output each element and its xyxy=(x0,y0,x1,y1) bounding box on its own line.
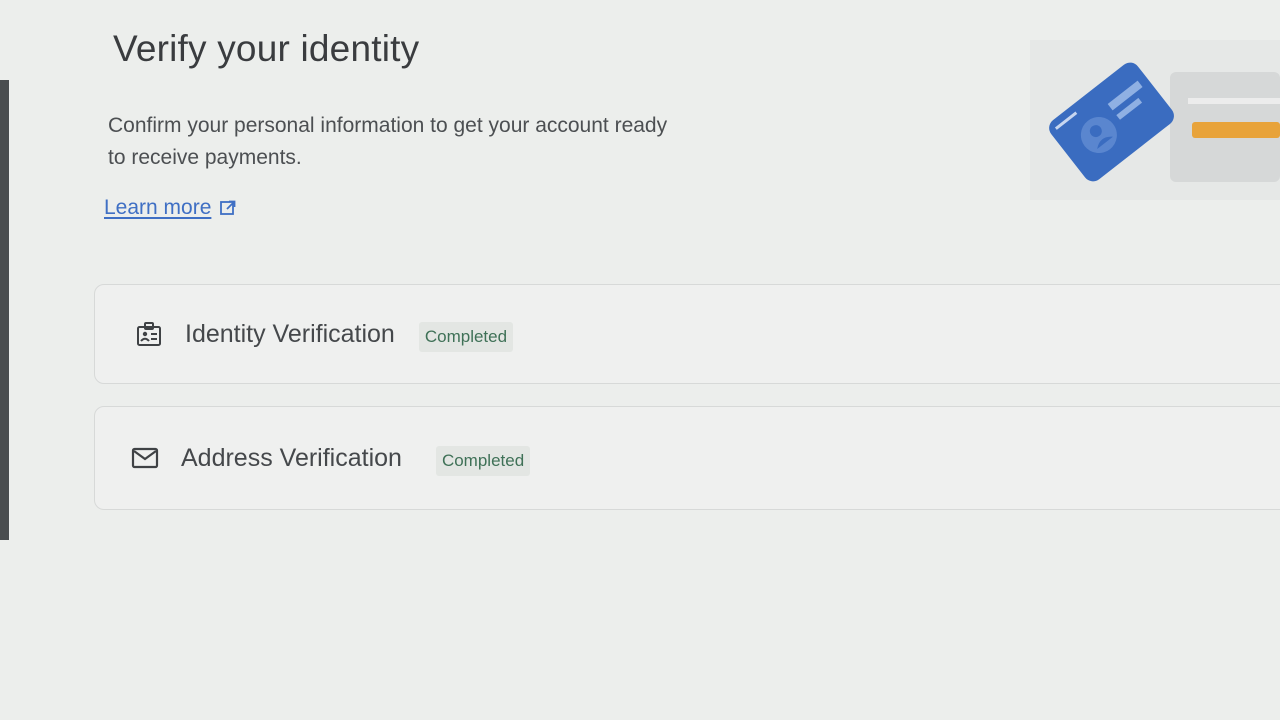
identity-verification-title: Identity Verification xyxy=(185,319,395,348)
identity-verification-row[interactable]: Identity Verification Completed xyxy=(94,284,1280,384)
address-verification-title: Address Verification xyxy=(181,443,402,472)
open-in-new-icon xyxy=(219,199,237,217)
badge-icon xyxy=(133,318,165,350)
page-description: Confirm your personal information to get… xyxy=(108,114,668,169)
mail-icon xyxy=(129,442,161,474)
window-edge xyxy=(0,80,9,540)
identity-status-badge: Completed xyxy=(418,322,514,352)
learn-more-link[interactable]: Learn more xyxy=(104,196,237,220)
page-title: Verify your identity xyxy=(113,28,420,69)
learn-more-label: Learn more xyxy=(104,196,212,219)
address-verification-row[interactable]: Address Verification Completed xyxy=(94,406,1280,510)
id-card-illustration xyxy=(1030,40,1280,200)
address-status-badge: Completed xyxy=(435,446,531,476)
